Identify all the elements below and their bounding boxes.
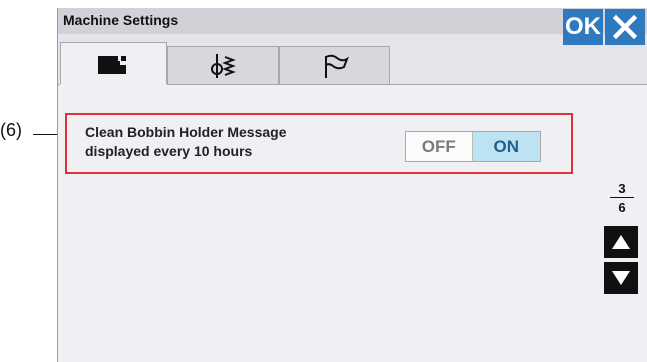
machine-settings-screen: Machine Settings OK Clean Bobbin Holder … [57, 8, 647, 362]
setting-row-clean-bobbin: Clean Bobbin Holder Message displayed ev… [65, 113, 573, 174]
setting-label-line2: displayed every 10 hours [85, 143, 253, 159]
toggle-off-button[interactable]: OFF [406, 132, 473, 161]
settings-tabs [58, 34, 647, 86]
sewing-machine-icon [97, 55, 126, 74]
settings-panel: Clean Bobbin Holder Message displayed ev… [58, 85, 647, 362]
active-tab-gap [60, 84, 167, 86]
stitch-needle-icon [211, 53, 236, 78]
page-indicator: 3 6 [610, 181, 634, 215]
callout-label: (6) [0, 120, 22, 140]
flag-icon [324, 54, 349, 78]
page-divider [610, 197, 634, 198]
page-up-button[interactable] [604, 226, 638, 258]
setting-label-line1: Clean Bobbin Holder Message [85, 124, 287, 140]
page-total: 6 [618, 200, 626, 215]
page-down-button[interactable] [604, 262, 638, 294]
toggle-on-button[interactable]: ON [472, 132, 540, 161]
triangle-down-icon [612, 271, 630, 285]
tab-machine[interactable] [60, 42, 167, 86]
on-off-toggle: OFF ON [405, 131, 541, 162]
screen-title: Machine Settings [63, 12, 179, 28]
title-bar: Machine Settings [58, 8, 647, 34]
setting-label: Clean Bobbin Holder Message displayed ev… [85, 123, 365, 161]
triangle-up-icon [612, 235, 630, 249]
tab-general[interactable] [279, 46, 390, 84]
tab-stitch[interactable] [167, 46, 279, 84]
page-current: 3 [618, 181, 626, 196]
